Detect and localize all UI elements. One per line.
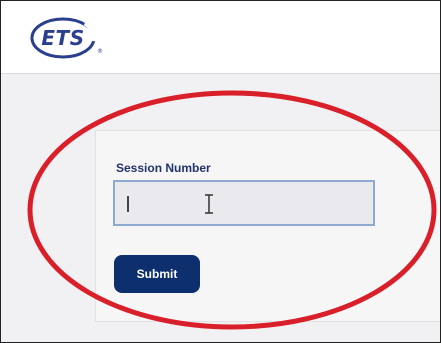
browser-viewport: ® ETS bbox=[0, 0, 441, 343]
ets-logo-icon[interactable]: ® ETS bbox=[29, 15, 103, 61]
submit-button[interactable]: Submit bbox=[114, 255, 200, 293]
svg-text:®: ® bbox=[97, 48, 103, 55]
session-number-label: Session Number bbox=[116, 161, 211, 175]
text-cursor-icon bbox=[205, 194, 213, 214]
logo-text: ETS bbox=[41, 26, 85, 50]
session-number-input[interactable] bbox=[113, 180, 375, 226]
page-header: ® ETS bbox=[1, 1, 440, 74]
session-form-card bbox=[95, 130, 440, 322]
text-caret bbox=[127, 196, 129, 212]
